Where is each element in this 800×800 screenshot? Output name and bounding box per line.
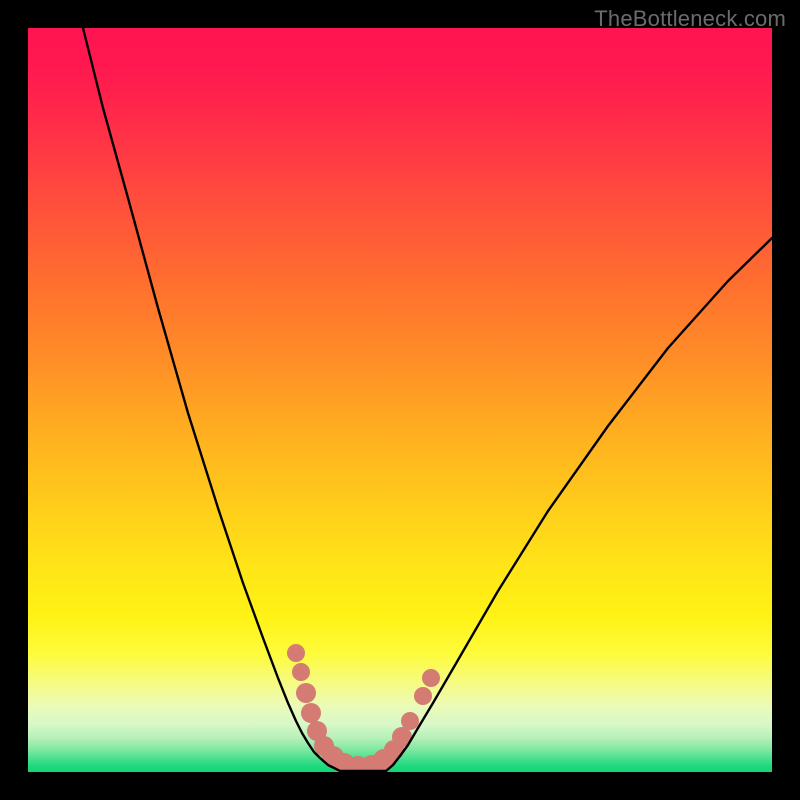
data-marker xyxy=(287,644,305,662)
data-marker xyxy=(292,663,310,681)
data-marker xyxy=(414,687,432,705)
chart-frame: TheBottleneck.com xyxy=(0,0,800,800)
curve-layer xyxy=(28,28,772,772)
plot-area xyxy=(28,28,772,772)
data-marker xyxy=(422,669,440,687)
data-marker xyxy=(401,712,419,730)
data-markers xyxy=(287,644,440,772)
bottleneck-curve xyxy=(83,28,772,771)
data-marker xyxy=(296,683,316,703)
data-marker xyxy=(301,703,321,723)
